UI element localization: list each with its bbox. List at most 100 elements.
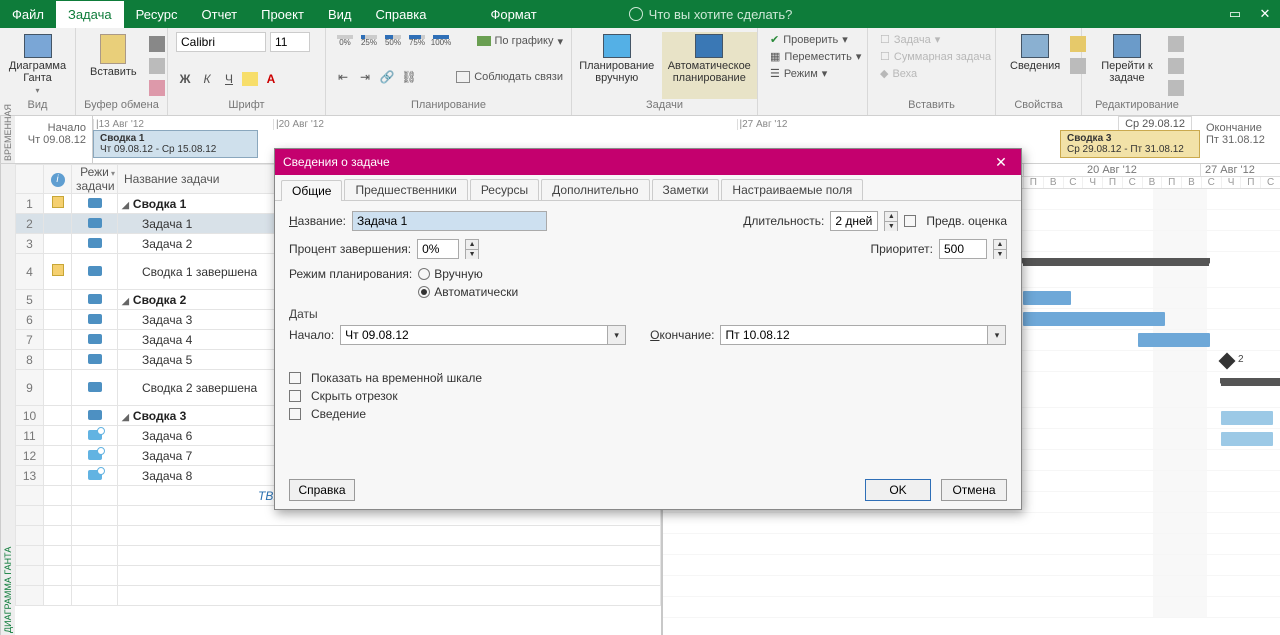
group-edit-title: Редактирование [1090,99,1184,111]
ribbon-paste[interactable]: Вставить [84,32,143,96]
tab-predecessors[interactable]: Предшественники [344,179,467,200]
find-icon[interactable] [1168,36,1184,52]
clear-icon[interactable] [1168,58,1184,74]
estimate-checkbox[interactable] [904,215,916,227]
show-timeline-checkbox[interactable] [289,372,301,384]
dialog-close-icon[interactable]: ✕ [989,152,1013,172]
pct-100-button[interactable]: 100% [430,32,452,50]
menu-report[interactable]: Отчет [190,1,250,28]
info-header-icon: i [51,173,65,187]
close-icon[interactable]: ✕ [1250,6,1280,22]
tab-advanced[interactable]: Дополнительно [541,179,649,200]
font-name-combo[interactable] [176,32,266,52]
format-painter-icon[interactable] [149,80,165,96]
by-schedule-button[interactable]: По графику ▾ [477,35,564,48]
insert-milestone-button[interactable]: ◆Веха [876,66,987,81]
tell-me-search[interactable]: Что вы хотите сделать? [629,7,793,22]
start-date-combo[interactable] [340,325,608,345]
gantt-week-2: 27 Авг '12 [1200,164,1280,176]
timeline-bar-3[interactable]: Сводка 3Ср 29.08.12 - Пт 31.08.12 [1060,130,1200,158]
insert-summary-button[interactable]: ☐Суммарная задача [876,49,987,64]
finish-date-combo[interactable] [720,325,988,345]
percent-input[interactable] [417,239,459,259]
dialog-tabs: Общие Предшественники Ресурсы Дополнител… [275,175,1021,201]
pct-0-button[interactable]: 0% [334,32,356,50]
ribbon-gantt-view[interactable]: Диаграмма Ганта ▾ [8,32,67,97]
group-view-title: Вид [8,99,67,111]
pct-75-button[interactable]: 75% [406,32,428,50]
task-mode-icon [88,218,102,228]
insert-task-button[interactable]: ☐Задача ▾ [876,32,987,47]
indent-icon[interactable]: ⇥ [356,68,374,86]
bold-button[interactable]: Ж [176,70,194,88]
col-info[interactable]: i [44,165,72,194]
sched-auto-radio[interactable]: Автоматически [418,285,518,299]
goto-task-button[interactable]: Перейти к задаче [1090,32,1164,86]
underline-button[interactable]: Ч [220,70,238,88]
menu-format[interactable]: Формат [478,1,548,28]
priority-spinner[interactable]: ▲▼ [993,239,1007,259]
group-font-title: Шрифт [176,99,317,111]
dialog-titlebar[interactable]: Сведения о задаче ✕ [275,149,1021,175]
pct-50-button[interactable]: 50% [382,32,404,50]
respect-links-icon [456,71,470,83]
link-icon[interactable]: 🔗 [378,68,396,86]
rollup-checkbox[interactable] [289,408,301,420]
timeline-tick-2: |20 Авг '12 [273,119,737,130]
tab-general[interactable]: Общие [281,180,342,201]
tab-custom-fields[interactable]: Настраиваемые поля [721,179,863,200]
ribbon: Диаграмма Ганта ▾ Вид Вставить Буфер обм… [0,28,1280,116]
outdent-icon[interactable]: ⇤ [334,68,352,86]
paste-icon [100,34,126,64]
timeline-bar-1[interactable]: Сводка 1Чт 09.08.12 - Ср 15.08.12 [93,130,258,158]
italic-button[interactable]: К [198,70,216,88]
font-size-combo[interactable] [270,32,310,52]
col-mode[interactable]: Режизадачи▾ [72,165,118,194]
menu-project[interactable]: Проект [249,1,316,28]
copy-icon[interactable] [149,58,165,74]
sched-manual-radio[interactable]: Вручную [418,267,518,281]
chevron-down-icon[interactable]: ▾ [988,325,1006,345]
ok-button[interactable]: OK [865,479,931,501]
group-tasks-title: Задачи [572,99,757,111]
menu-resource[interactable]: Ресурс [124,1,190,28]
group-insert-title: Вставить [876,99,987,111]
move-button[interactable]: ▦Переместить ▾ [766,49,859,64]
help-button[interactable]: Справка [289,479,355,501]
info-button[interactable]: Сведения [1004,32,1066,74]
mode-button[interactable]: ☰Режим ▾ [766,66,859,81]
hide-bar-checkbox[interactable] [289,390,301,402]
percent-label: Процент завершения: [289,242,411,256]
tab-resources[interactable]: Ресурсы [470,179,539,200]
chevron-down-icon[interactable]: ▾ [608,325,626,345]
cancel-button[interactable]: Отмена [941,479,1007,501]
task-mode-icon [88,410,102,420]
respect-links-button[interactable]: Соблюдать связи [456,71,563,83]
font-color-button[interactable]: A [262,70,280,88]
tab-notes[interactable]: Заметки [652,179,720,200]
name-label: Название: [289,214,346,228]
manual-schedule-button[interactable]: Планирование вручную [572,32,662,99]
inspect-button[interactable]: ✔Проверить ▾ [766,32,859,47]
priority-input[interactable] [939,239,987,259]
menu-view[interactable]: Вид [316,1,364,28]
name-input[interactable] [352,211,547,231]
cut-icon[interactable] [149,36,165,52]
unlink-icon[interactable]: ⛓ [400,68,418,86]
task-mode-icon [88,294,102,304]
fill-color-button[interactable] [242,72,258,86]
gantt-side-label: ДИАГРАММА ГАНТА [0,164,15,635]
menu-help[interactable]: Справка [363,1,438,28]
menu-file[interactable]: Файл [0,1,56,28]
sched-mode-label: Режим планирования: [289,267,412,281]
fill-icon[interactable] [1168,80,1184,96]
duration-input[interactable] [830,211,878,231]
percent-spinner[interactable]: ▲▼ [465,239,479,259]
menu-task[interactable]: Задача [56,1,124,28]
note-icon [52,196,64,208]
auto-schedule-button[interactable]: Автоматическое планирование [662,32,757,99]
restore-icon[interactable]: ▭ [1220,6,1250,22]
col-rownum[interactable] [16,165,44,194]
duration-spinner[interactable]: ▲▼ [884,211,898,231]
pct-25-button[interactable]: 25% [358,32,380,50]
